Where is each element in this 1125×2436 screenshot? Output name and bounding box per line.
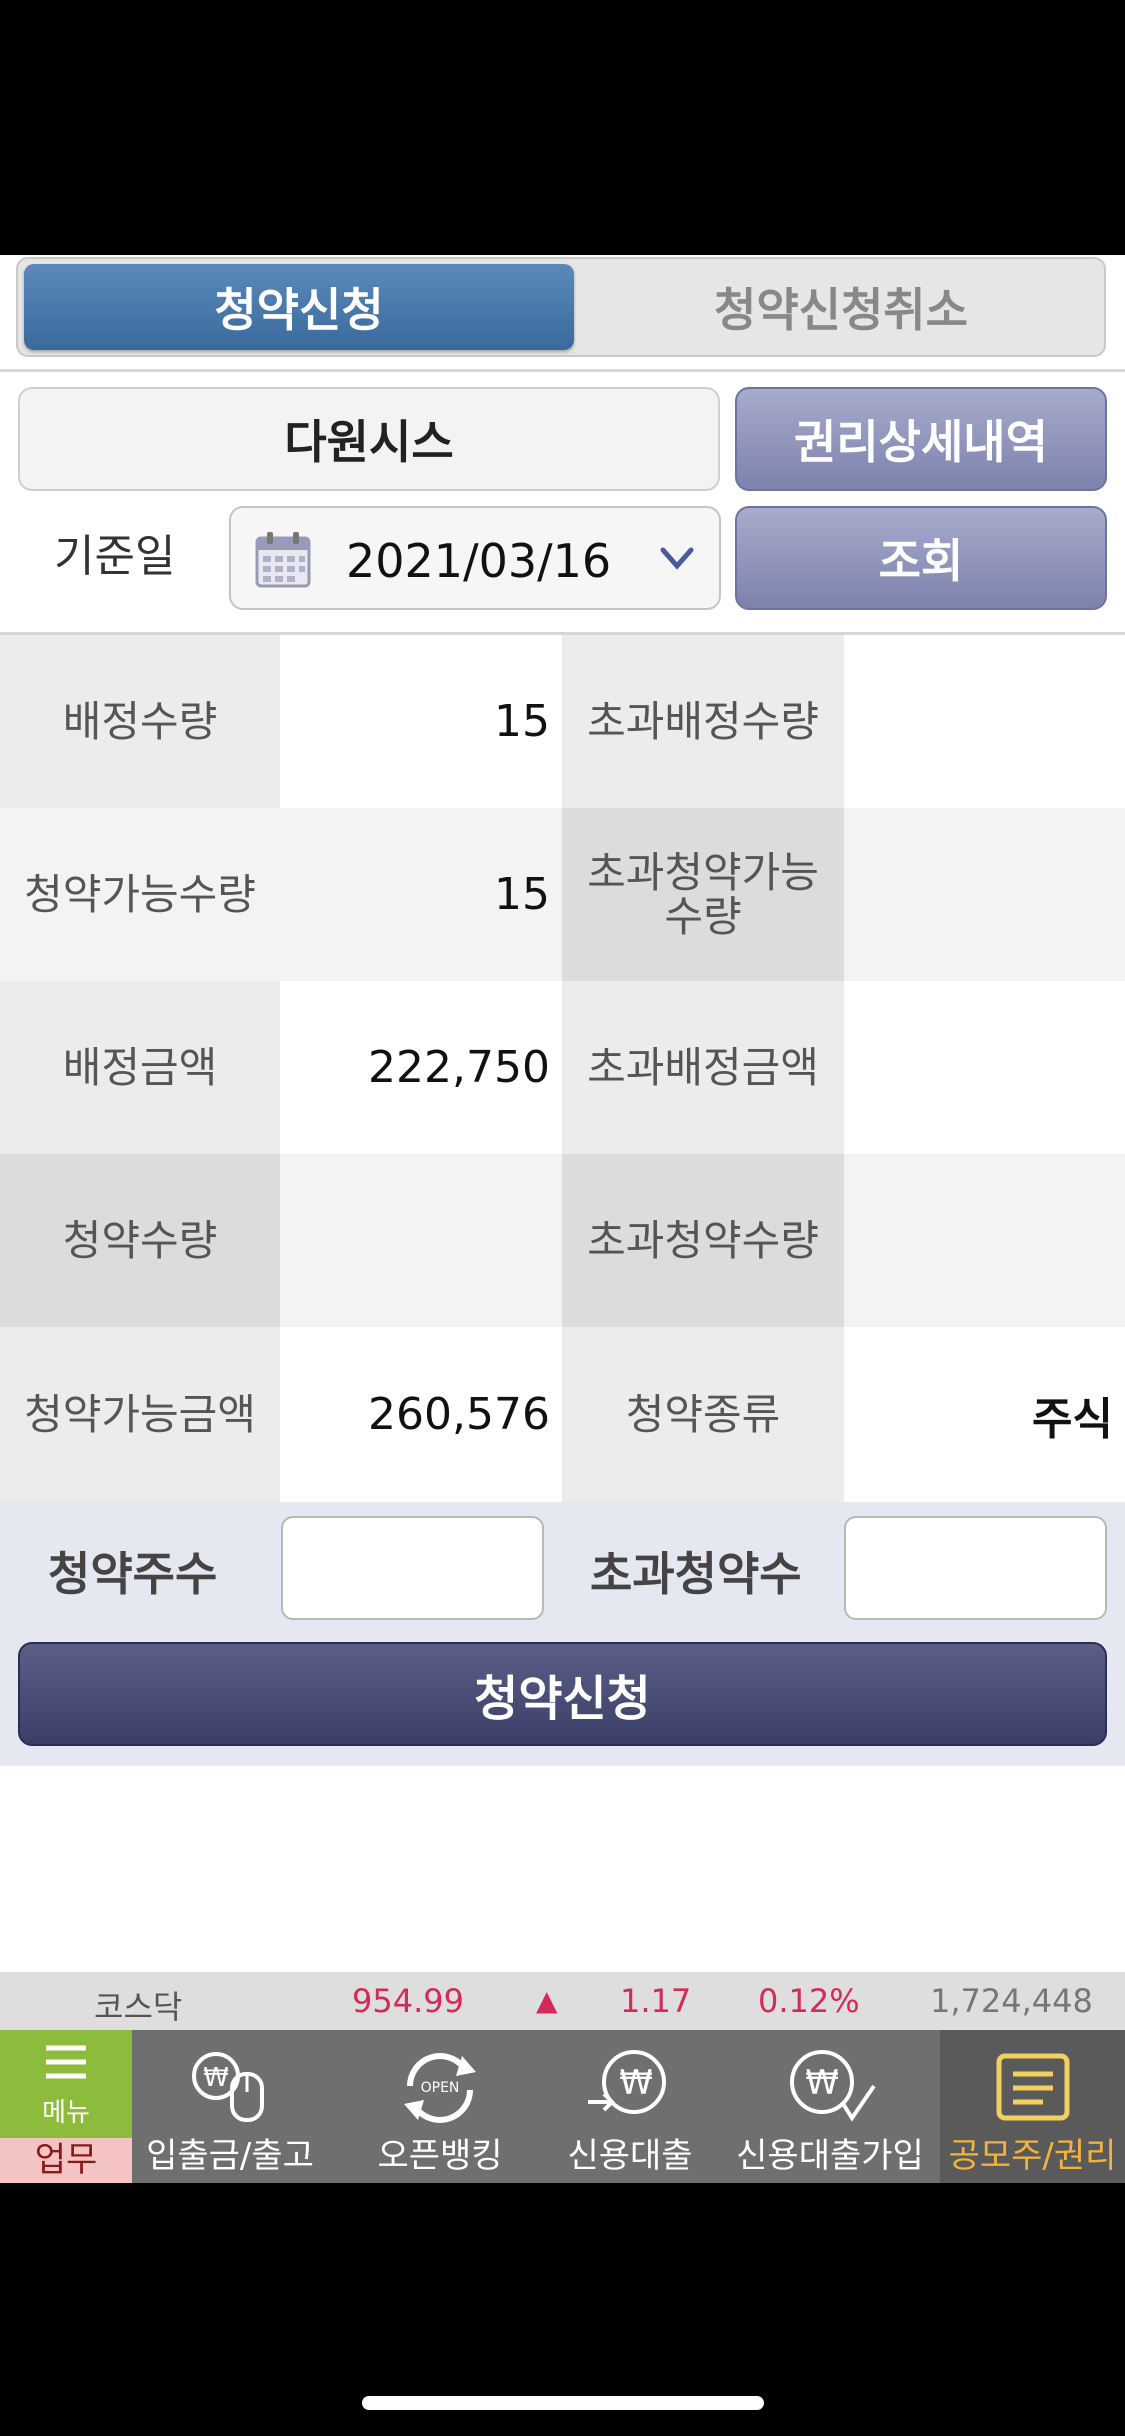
tab-apply[interactable]: 청약신청	[24, 264, 574, 350]
rights-detail-button[interactable]: 권리상세내역	[735, 387, 1107, 491]
excess-shares-label: 초과청약수	[590, 1547, 802, 1601]
value-available-qty: 15	[280, 808, 562, 981]
chevron-down-icon	[660, 547, 694, 570]
ticker-volume: 1,724,448	[930, 1982, 1093, 2020]
stock-name-field[interactable]: 다원시스	[18, 387, 720, 491]
nav-label: 신용대출가입	[736, 2136, 924, 2176]
label-excess-allocated-amount: 초과배정금액	[562, 981, 844, 1154]
up-arrow-icon: ▲	[536, 1984, 558, 2017]
label-allocated-amount: 배정금액	[0, 981, 280, 1154]
value-excess-allocated-qty	[844, 635, 1125, 808]
ticker-market-name: 코스닥	[94, 1988, 183, 2026]
value-allocated-qty: 15	[280, 635, 562, 808]
segmented-tabs: 청약신청 청약신청취소	[16, 257, 1106, 357]
label-subscription-qty: 청약수량	[0, 1154, 280, 1327]
home-indicator[interactable]	[362, 2396, 764, 2410]
market-ticker[interactable]: 코스닥 954.99 ▲ 1.17 0.12% 1,724,448	[0, 1972, 1125, 2030]
nav-label: 입출금/출고	[146, 2136, 314, 2176]
nav-label: 신용대출	[567, 2136, 693, 2176]
date-picker[interactable]: 2021/03/16	[229, 506, 721, 610]
menu-button[interactable]: 메뉴 업무	[0, 2030, 132, 2183]
bottom-nav: ₩ 입출금/출고 OPEN 오픈뱅킹 ₩ 신용대출 ₩ 신용대출가입 공모주/권…	[0, 2030, 1125, 2183]
calendar-icon	[255, 532, 311, 588]
nav-label: 오픈뱅킹	[377, 2136, 503, 2176]
won-mouse-icon: ₩	[192, 2052, 264, 2122]
value-subscription-type: 주식	[844, 1327, 1125, 1502]
value-subscription-qty	[280, 1154, 562, 1327]
label-excess-available-qty: 초과청약가능 수량	[562, 808, 844, 981]
nav-label: 공모주/권리	[948, 2136, 1117, 2176]
nav-open-banking[interactable]: OPEN 오픈뱅킹	[345, 2030, 535, 2183]
label-available-amount: 청약가능금액	[0, 1327, 280, 1502]
won-transfer-icon: ₩	[588, 2050, 666, 2114]
nav-credit-loan[interactable]: ₩ 신용대출	[535, 2030, 725, 2183]
value-excess-allocated-amount	[844, 981, 1125, 1154]
excess-shares-input[interactable]	[844, 1516, 1107, 1620]
value-excess-available-qty	[844, 808, 1125, 981]
menu-label-area: 업무	[0, 2138, 132, 2183]
nav-ipo-rights[interactable]: 공모주/권리	[940, 2030, 1125, 2183]
shares-label: 청약주수	[48, 1547, 218, 1601]
menu-label: 업무	[34, 2140, 98, 2180]
query-button[interactable]: 조회	[735, 506, 1107, 610]
date-label: 기준일	[54, 531, 176, 582]
svg-text:₩: ₩	[203, 2063, 229, 2093]
menu-icon-label: 메뉴	[42, 2098, 90, 2128]
svg-text:OPEN: OPEN	[421, 2080, 460, 2096]
value-excess-subscription-qty	[844, 1154, 1125, 1327]
menu-icon-area: 메뉴	[0, 2030, 132, 2138]
svg-text:₩: ₩	[805, 2063, 839, 2103]
svg-text:₩: ₩	[619, 2063, 653, 2103]
nav-deposit-withdraw[interactable]: ₩ 입출금/출고	[135, 2030, 325, 2183]
label-subscription-type: 청약종류	[562, 1327, 844, 1502]
won-check-icon: ₩	[790, 2050, 876, 2122]
label-allocated-qty: 배정수량	[0, 635, 280, 808]
divider	[0, 369, 1125, 372]
nav-credit-loan-signup[interactable]: ₩ 신용대출가입	[735, 2030, 925, 2183]
submit-subscription-button[interactable]: 청약신청	[18, 1642, 1107, 1746]
refresh-open-icon: OPEN	[404, 2053, 476, 2123]
label-available-qty: 청약가능수량	[0, 808, 280, 981]
shares-input[interactable]	[281, 1516, 544, 1620]
ticker-change: 1.17	[620, 1982, 692, 2020]
value-available-amount: 260,576	[280, 1327, 562, 1502]
date-value: 2021/03/16	[346, 534, 612, 588]
ticker-index: 954.99	[352, 1982, 464, 2020]
label-excess-allocated-qty: 초과배정수량	[562, 635, 844, 808]
document-list-icon	[996, 2053, 1069, 2121]
ticker-percent: 0.12%	[758, 1982, 860, 2020]
tab-cancel[interactable]: 청약신청취소	[578, 259, 1104, 355]
value-allocated-amount: 222,750	[280, 981, 562, 1154]
label-excess-subscription-qty: 초과청약수량	[562, 1154, 844, 1327]
